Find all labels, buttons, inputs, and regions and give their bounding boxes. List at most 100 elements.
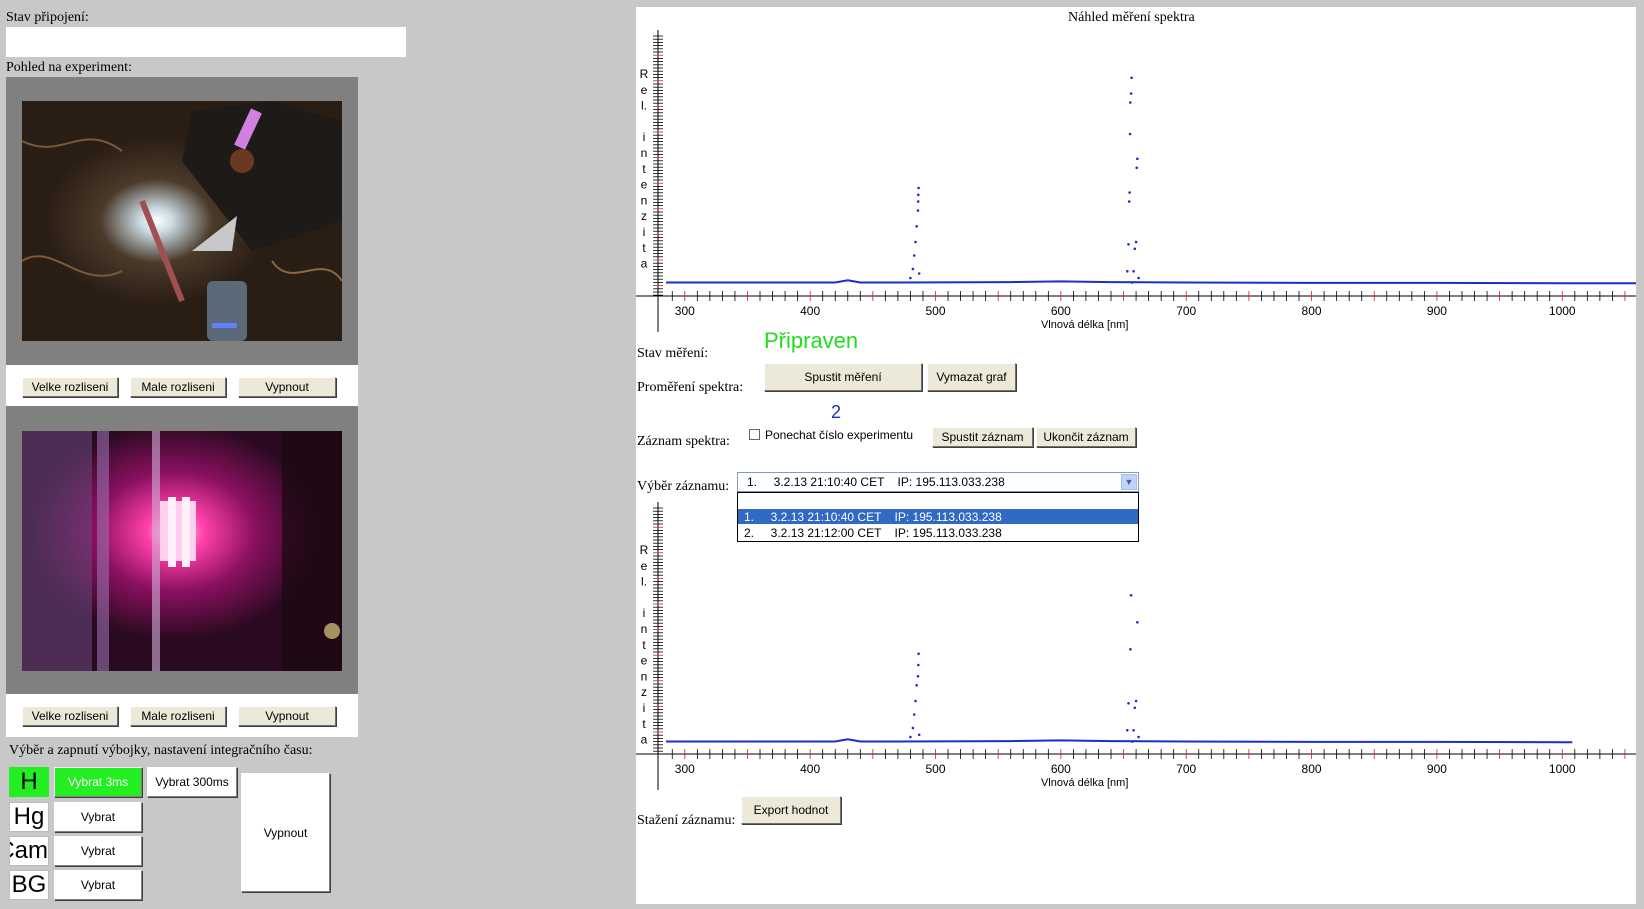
x-tick-label: 500 <box>925 762 945 776</box>
spectrum-data-point <box>1131 740 1134 743</box>
spectrum-data-point <box>1134 240 1138 244</box>
spectrum-data-point <box>916 200 920 203</box>
y-axis-label-char: t <box>642 241 646 255</box>
y-axis-label-char: a <box>641 257 648 271</box>
start-measurement-button[interactable]: Spustit měření <box>764 363 922 391</box>
spectrum-data-point <box>917 186 920 190</box>
spectrum-data-point <box>1137 276 1140 280</box>
x-tick-label: 600 <box>1051 762 1071 776</box>
lamp-section-title: Výběr a zapnutí výbojky, nastavení integ… <box>9 743 313 758</box>
recording-label: Záznam spektra: <box>637 434 730 449</box>
spectrum-data-point <box>1136 157 1139 161</box>
spectrum-data-point <box>914 240 917 244</box>
y-axis-label-char: t <box>642 638 646 652</box>
camera-1-high-res-button[interactable]: Velke rozliseni <box>22 377 118 397</box>
stop-recording-button[interactable]: Ukončit záznam <box>1036 427 1136 447</box>
spectrum-data-point <box>911 267 915 271</box>
y-axis-label-char: e <box>641 178 648 192</box>
y-axis-label-char: n <box>641 622 648 636</box>
spectrum-data-point <box>1130 76 1133 80</box>
spectrum-data-point <box>1134 699 1138 703</box>
record-option-1[interactable]: 1. 3.2.13 21:10:40 CET IP: 195.113.033.2… <box>738 509 1138 524</box>
record-select[interactable]: 1. 3.2.13 21:10:40 CET IP: 195.113.033.2… <box>737 472 1139 492</box>
spectrum-baseline-line <box>666 279 1636 285</box>
spectrum-data-point <box>915 684 918 687</box>
x-tick-label: 700 <box>1176 304 1196 318</box>
record-select-value: 1. 3.2.13 21:10:40 CET IP: 195.113.033.2… <box>747 475 1005 489</box>
x-tick-label: 500 <box>925 304 945 318</box>
spectrum-data-point <box>1129 594 1133 597</box>
spectrum-data-point <box>1132 270 1135 273</box>
spectrum-data-point <box>1129 648 1132 651</box>
spectrum-data-point <box>1136 621 1139 624</box>
spectrum-data-point <box>911 726 915 730</box>
spectrum-data-point <box>1129 92 1133 95</box>
camera-label: Pohled na experiment: <box>6 60 132 75</box>
y-axis-label-char: i <box>643 225 646 239</box>
x-tick-label: 900 <box>1427 304 1447 318</box>
y-axis-label-char: a <box>641 733 648 747</box>
lamp-bg-select-button[interactable]: Vybrat <box>54 870 142 900</box>
camera-2-frame <box>6 406 358 694</box>
spectrum-data-point <box>914 699 917 703</box>
camera-2-high-res-button[interactable]: Velke rozliseni <box>22 706 118 726</box>
lamp-cam-indicator: Cam <box>9 836 49 866</box>
spectrum-data-point <box>1127 200 1131 203</box>
record-option-2[interactable]: 2. 3.2.13 21:12:00 CET IP: 195.113.033.2… <box>738 525 1138 540</box>
spectrum-data-point <box>917 663 920 667</box>
y-axis-label-char: t <box>642 162 646 176</box>
camera-2-low-res-button[interactable]: Male rozliseni <box>130 706 226 726</box>
camera-1-off-button[interactable]: Vypnout <box>238 377 336 397</box>
y-axis-label-char: e <box>641 559 648 573</box>
spectrum-data-point <box>1137 735 1140 739</box>
spectrum-data-point <box>917 272 921 275</box>
chevron-down-icon[interactable]: ▼ <box>1121 474 1137 490</box>
export-values-button[interactable]: Export hodnot <box>741 796 841 824</box>
spectrum-measure-label: Proměření spektra: <box>637 380 744 395</box>
spectrum-data-point <box>1127 243 1130 246</box>
spectrum-data-point <box>912 254 916 257</box>
spectrum-baseline-line <box>666 738 1573 744</box>
x-tick-label: 900 <box>1427 762 1447 776</box>
y-axis-label-char: t <box>642 717 646 731</box>
lamp-h-select-3ms-button[interactable]: Vybrat 3ms <box>54 767 142 797</box>
spectrum-data-point <box>1126 270 1129 273</box>
record-select-dropdown[interactable]: 1. 3.2.13 21:10:40 CET IP: 195.113.033.2… <box>737 492 1139 542</box>
camera-1-image <box>22 101 342 341</box>
spectrum-data-point <box>1133 247 1137 251</box>
measurement-status-value: Připraven <box>764 328 859 353</box>
connection-label: Stav připojení: <box>6 10 89 25</box>
y-axis-label-char: n <box>641 669 648 683</box>
spectrum-data-point <box>912 713 916 716</box>
keep-experiment-checkbox[interactable] <box>749 429 760 440</box>
download-label: Stažení záznamu: <box>637 813 736 828</box>
spectrum-data-point <box>1131 281 1134 284</box>
lamp-off-button[interactable]: Vypnout <box>241 773 330 892</box>
camera-1-low-res-button[interactable]: Male rozliseni <box>130 377 226 397</box>
y-axis-label-char: i <box>643 130 646 144</box>
x-tick-label: 400 <box>800 762 820 776</box>
spectrum-preview-chart: Rel.intenzita300 400 500 600 700 800 900 1000Vl… <box>636 30 1636 332</box>
measurement-status-label: Stav měření: <box>637 346 709 361</box>
x-tick-label: 1000 <box>1549 762 1576 776</box>
spectrum-data-point <box>916 675 920 678</box>
camera-2-off-button[interactable]: Vypnout <box>238 706 336 726</box>
lamp-cam-select-button[interactable]: Vybrat <box>54 836 142 866</box>
y-axis-label-char: n <box>641 146 648 160</box>
experiment-number: 2 <box>831 402 842 422</box>
clear-chart-button[interactable]: Vymazat graf <box>927 363 1016 391</box>
y-axis-label-char: n <box>641 193 648 207</box>
spectrum-data-point <box>909 735 912 739</box>
camera-1-frame <box>6 77 358 365</box>
lamp-bg-indicator: BG <box>9 870 49 900</box>
lamp-h-select-300ms-button[interactable]: Vybrat 300ms <box>147 767 237 797</box>
start-recording-button[interactable]: Spustit záznam <box>932 427 1033 447</box>
lamp-hg-select-button[interactable]: Vybrat <box>54 802 142 832</box>
y-axis-label-char: e <box>641 654 648 668</box>
x-tick-label: 400 <box>800 304 820 318</box>
keep-experiment-label: Ponechat číslo experimentu <box>765 428 914 442</box>
x-axis-label: Vlnová délka [nm] <box>1041 319 1128 331</box>
spectrum-data-point <box>1129 101 1132 104</box>
spectrum-data-point <box>1128 191 1131 194</box>
spectrum-data-point <box>1133 706 1137 710</box>
